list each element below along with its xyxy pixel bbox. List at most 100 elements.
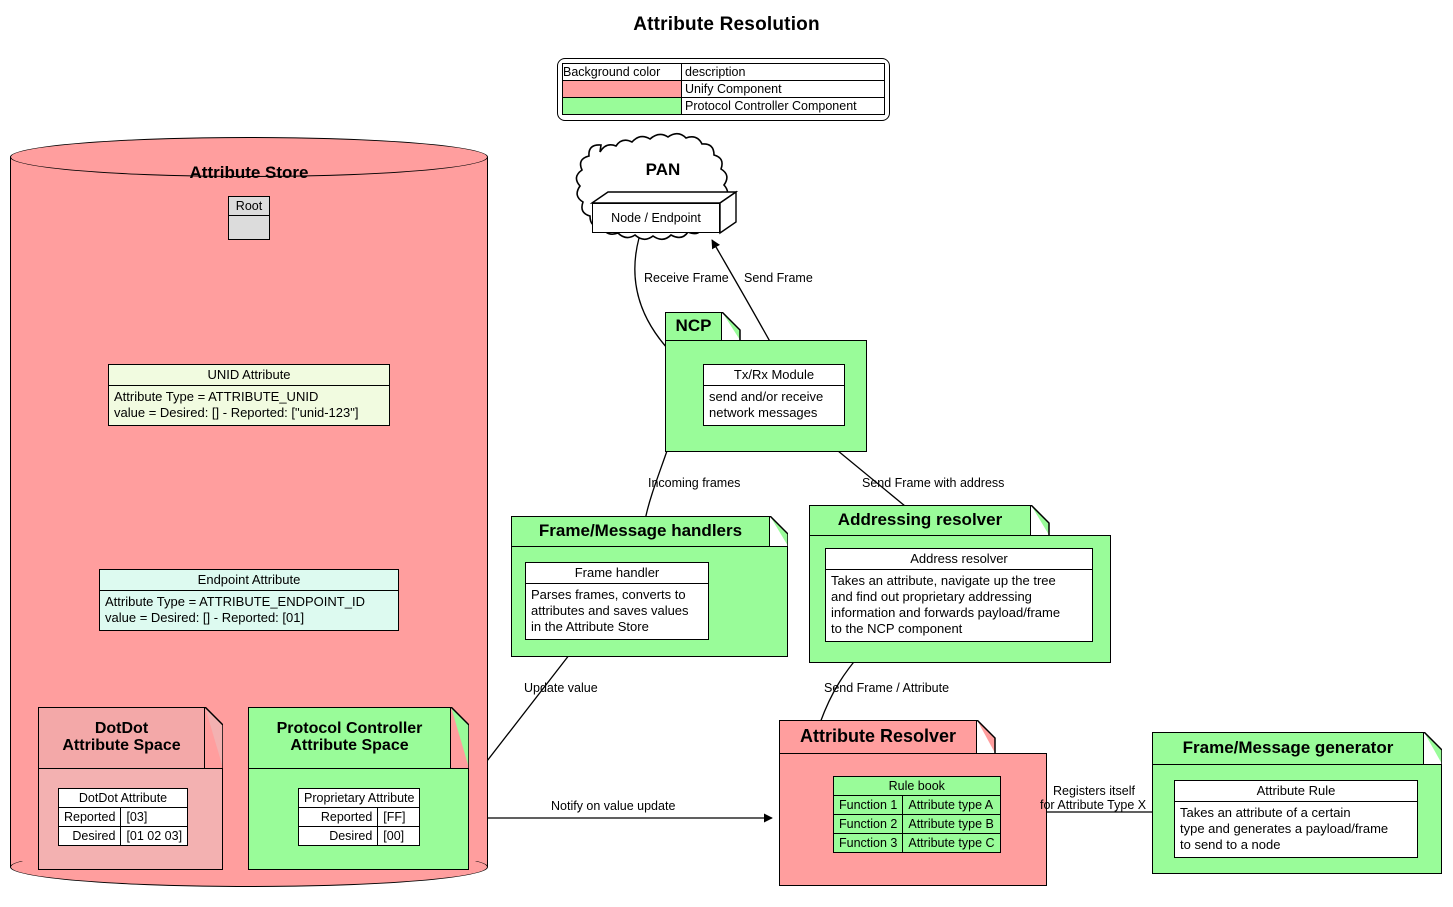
frame-handler-line-2: attributes and saves values [531,603,689,618]
dotdot-space-title-line2: Attribute Space [62,736,181,754]
endpoint-attribute-line-1: Attribute Type = ATTRIBUTE_ENDPOINT_ID [105,594,365,609]
endpoint-attribute-line-2: value = Desired: [] - Reported: [01] [105,610,305,625]
frame-message-handlers-package[interactable]: Frame/Message handlers Frame handler Par… [511,516,788,657]
proprietary-desired-key: Desired [297,826,379,846]
rule-function-2: Function 2 [832,814,904,834]
rule-function-1: Function 1 [832,795,904,815]
edge-label-send-frame-attribute: Send Frame / Attribute [824,681,950,695]
endpoint-attribute-node[interactable]: Endpoint Attribute Attribute Type = ATTR… [99,569,399,631]
legend-row-protocol-controller: Protocol Controller Component [562,97,885,115]
frame-handler-body: Parses frames, converts to attributes an… [526,584,708,639]
dotdot-reported-value: [03] [120,807,189,827]
attribute-rule-line-3: to send to a node [1180,837,1281,852]
frame-handler-line-1: Parses frames, converts to [531,587,686,602]
legend-header-row: Background color description [562,63,885,81]
txrx-module-body: send and/or receive network messages [704,386,844,425]
node-endpoint-box[interactable]: Node / Endpoint [592,192,736,234]
rule-book-table[interactable]: Rule book Function 1 Attribute type A Fu… [832,776,1001,853]
rule-attribute-type-1: Attribute type A [902,795,1001,815]
rule-attribute-type-3: Attribute type C [902,833,1001,853]
table-row: Function 2 Attribute type B [832,814,1001,834]
rule-book-header: Rule book [833,776,1001,796]
address-resolver-title: Address resolver [826,549,1092,570]
frame-handler-node[interactable]: Frame handler Parses frames, converts to… [525,562,709,640]
frame-message-generator-title: Frame/Message generator [1152,732,1424,764]
edge-label-incoming-frames: Incoming frames [648,476,741,490]
attribute-rule-node[interactable]: Attribute Rule Takes an attribute of a c… [1174,780,1418,858]
txrx-module-line-1: send and/or receive [709,389,824,404]
table-row: Function 1 Attribute type A [832,795,1001,815]
page-title: Attribute Resolution [633,14,820,35]
unid-attribute-line-1: Attribute Type = ATTRIBUTE_UNID [114,389,319,404]
pc-space-title-line1: Protocol Controller [276,719,423,737]
address-resolver-line-3: information and forwards payload/frame [831,605,1061,620]
address-resolver-line-4: to the NCP component [831,621,963,636]
ncp-title: NCP [665,312,722,340]
proprietary-reported-value: [FF] [377,807,421,827]
attribute-rule-title: Attribute Rule [1175,781,1417,802]
addressing-resolver-title: Addressing resolver [809,505,1031,535]
address-resolver-line-2: and find out proprietary addressing [831,589,1032,604]
pc-space-title-line2: Attribute Space [290,736,409,754]
dotdot-space-title-line1: DotDot [94,719,149,737]
legend-swatch-unify [562,80,682,98]
ncp-package[interactable]: NCP Tx/Rx Module send and/or receive net… [665,312,867,452]
legend-label-unify: Unify Component [681,80,885,98]
txrx-module-node[interactable]: Tx/Rx Module send and/or receive network… [703,364,845,426]
legend-swatch-protocol-controller [562,97,682,115]
dotdot-attribute-table[interactable]: DotDot Attribute Reported [03] Desired [… [57,788,189,846]
edge-label-receive-frame: Receive Frame [644,271,729,285]
dotdot-attribute-header: DotDot Attribute [57,788,189,808]
legend-panel: Background color description Unify Compo… [557,58,890,121]
pc-attribute-space-tab: Protocol Controller Attribute Space [248,707,451,768]
protocol-controller-attribute-space-package[interactable]: Protocol Controller Attribute Space Prop… [248,707,469,870]
unid-attribute-node[interactable]: UNID Attribute Attribute Type = ATTRIBUT… [108,364,390,426]
root-node-body [229,216,269,239]
endpoint-attribute-body: Attribute Type = ATTRIBUTE_ENDPOINT_ID v… [100,591,398,630]
attribute-rule-line-1: Takes an attribute of a certain [1180,805,1351,820]
dotdot-reported-key: Reported [57,807,122,827]
root-node[interactable]: Root [228,196,270,240]
endpoint-attribute-title: Endpoint Attribute [100,570,398,591]
edge-label-send-frame-with-address: Send Frame with address [862,476,1005,490]
dotdot-desired-key: Desired [57,826,122,846]
rule-book-header-row: Rule book [833,776,1001,796]
address-resolver-node[interactable]: Address resolver Takes an attribute, nav… [825,548,1093,642]
txrx-module-line-2: network messages [709,405,818,420]
dotdot-attribute-space-package[interactable]: DotDot Attribute Space DotDot Attribute … [38,707,223,870]
edge-label-registers-itself-line1: Registers itself [1053,784,1135,798]
legend-row-unify: Unify Component [562,80,885,98]
table-row: Reported [FF] [297,807,421,827]
proprietary-attribute-header: Proprietary Attribute [297,788,421,808]
edge-label-notify-on-value-update: Notify on value update [551,799,676,813]
root-node-title: Root [229,197,269,216]
proprietary-attribute-table[interactable]: Proprietary Attribute Reported [FF] Desi… [297,788,421,846]
attribute-resolver-package[interactable]: Attribute Resolver Rule book Function 1 … [779,720,1047,886]
frame-message-generator-package[interactable]: Frame/Message generator Attribute Rule T… [1152,732,1442,874]
unid-attribute-title: UNID Attribute [109,365,389,386]
node-endpoint-label: Node / Endpoint [592,203,720,233]
legend-label-protocol-controller: Protocol Controller Component [681,97,885,115]
table-row: Function 3 Attribute type C [832,833,1001,853]
proprietary-attribute-header-row: Proprietary Attribute [297,788,421,808]
pan-label: PAN [645,160,681,179]
attribute-rule-body: Takes an attribute of a certain type and… [1175,802,1417,857]
frame-handler-line-3: in the Attribute Store [531,619,649,634]
addressing-resolver-package[interactable]: Addressing resolver Address resolver Tak… [809,505,1111,663]
legend-table: Background color description Unify Compo… [562,63,885,115]
attribute-resolver-title: Attribute Resolver [779,720,977,753]
unid-attribute-line-2: value = Desired: [] - Reported: ["unid-1… [114,405,359,420]
edge-label-registers-itself-line2: for Attribute Type X [1040,798,1147,812]
table-row: Reported [03] [57,807,189,827]
rule-attribute-type-2: Attribute type B [902,814,1001,834]
rule-function-3: Function 3 [832,833,904,853]
txrx-module-title: Tx/Rx Module [704,365,844,386]
dotdot-attribute-space-tab: DotDot Attribute Space [38,707,205,768]
table-row: Desired [01 02 03] [57,826,189,846]
attribute-store-label: Attribute Store [189,163,309,182]
legend-header-description: description [681,63,885,81]
table-row: Desired [00] [297,826,421,846]
edge-label-send-frame: Send Frame [744,271,813,285]
frame-message-handlers-title: Frame/Message handlers [511,516,770,546]
proprietary-reported-key: Reported [297,807,379,827]
